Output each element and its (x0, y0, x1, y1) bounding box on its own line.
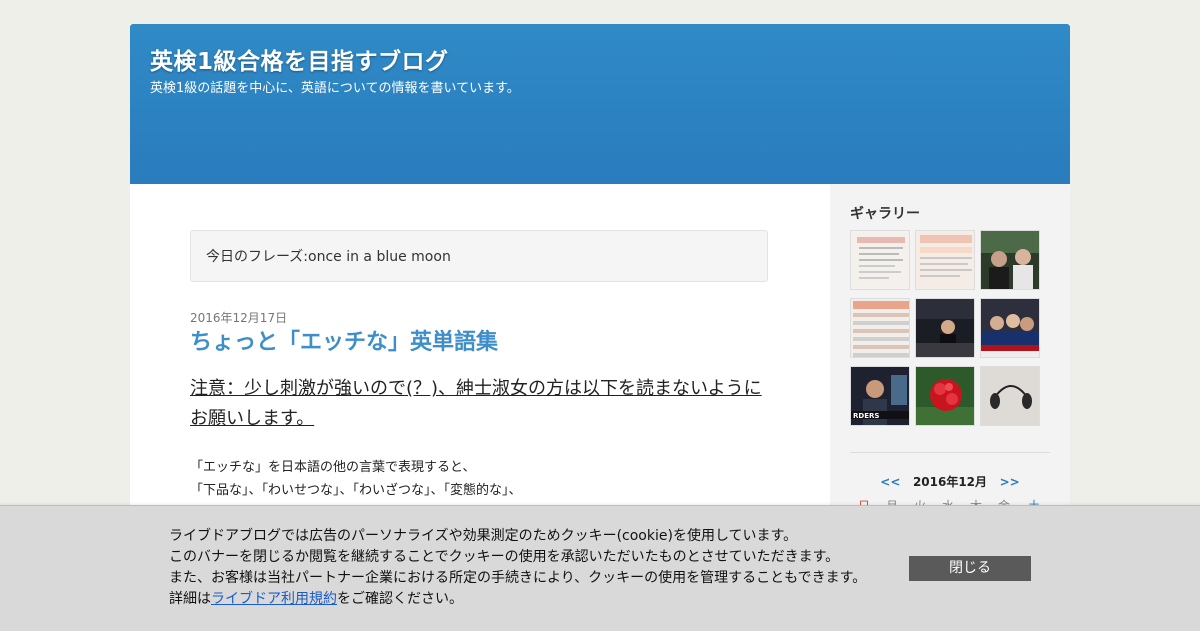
earphones-thumbnail[interactable] (980, 366, 1040, 426)
gallery-heading: ギャラリー (850, 206, 920, 222)
notice-line: 注意：少し刺激が強いので(？)、紳士淑女の方は以下を読まないように (190, 378, 762, 399)
cookie-line: また、お客様は当社パートナー企業における所定の手続きにより、クッキーの使用を管理… (169, 570, 867, 586)
notice-line: お願いします。 (190, 408, 315, 429)
post-title[interactable]: ちょっと「エッチな」英単語集 (190, 324, 498, 356)
video-speaker-thumbnail[interactable]: RDERS (850, 366, 910, 426)
sidebar-divider (850, 452, 1050, 453)
blog-header: 英検1級合格を目指すブログ 英検1級の話題を中心に、英語についての情報を書いてい… (130, 24, 1070, 184)
table-screenshot-thumbnail[interactable] (850, 298, 910, 358)
body-line: 「エッチな」を日本語の他の言葉で表現すると、 (190, 460, 476, 475)
terms-link[interactable]: ライブドア利用規約 (211, 591, 337, 607)
cookie-message: ライブドアブログでは広告のパーソナライズや効果測定のためクッキー(cookie)… (169, 526, 866, 610)
cookie-line: 詳細はライブドア利用規約をご確認ください。 (169, 589, 866, 610)
svg-text:RDERS: RDERS (853, 412, 879, 420)
calendar-header: << 2016年12月 >> (850, 473, 1050, 493)
people-photo-thumbnail[interactable] (980, 230, 1040, 290)
calendar-month-label: 2016年12月 (912, 475, 988, 489)
score-sheet-thumbnail[interactable] (915, 230, 975, 290)
calendar-prev-link[interactable]: << (880, 475, 900, 489)
post-body: 「エッチな」を日本語の他の言葉で表現すると、 「下品な」、「わいせつな」、「わい… (190, 456, 522, 502)
cookie-line: ライブドアブログでは広告のパーソナライズや効果測定のためクッキー(cookie)… (169, 528, 798, 544)
blog-title[interactable]: 英検1級合格を目指すブログ (150, 42, 449, 76)
document-scan-thumbnail[interactable] (850, 230, 910, 290)
post-notice: 注意：少し刺激が強いので(？)、紳士淑女の方は以下を読まないように お願いします… (190, 374, 770, 434)
press-conference-thumbnail[interactable] (915, 298, 975, 358)
calendar-next-link[interactable]: >> (1000, 475, 1020, 489)
cookie-line-suffix: をご確認ください。 (337, 591, 463, 607)
daily-phrase-box: 今日のフレーズ:once in a blue moon (190, 230, 768, 282)
close-banner-button[interactable]: 閉じる (909, 556, 1031, 581)
blog-description: 英検1級の話題を中心に、英語についての情報を書いています。 (150, 81, 520, 96)
gallery-grid: RDERS (850, 230, 1050, 430)
red-flower-thumbnail[interactable] (915, 366, 975, 426)
cookie-line-prefix: 詳細は (169, 591, 211, 607)
cookie-line: このバナーを閉じるか閲覧を継続することでクッキーの使用を承認いただいたものとさせ… (169, 549, 840, 565)
news-group-thumbnail[interactable] (980, 298, 1040, 358)
body-line: 「下品な」、「わいせつな」、「わいざつな」、「変態的な」、 (190, 483, 522, 498)
cookie-consent-banner: ライブドアブログでは広告のパーソナライズや効果測定のためクッキー(cookie)… (0, 505, 1200, 631)
